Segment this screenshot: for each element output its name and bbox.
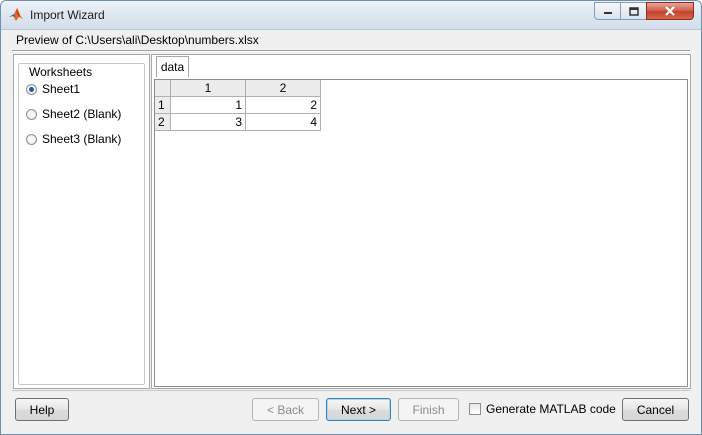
worksheet-option-sheet3[interactable]: Sheet3 (Blank): [26, 130, 121, 148]
row-header[interactable]: 2: [155, 114, 171, 131]
import-wizard-window: Import Wizard Preview of C:\Users\ali\De…: [0, 0, 702, 435]
tab-data[interactable]: data: [156, 56, 189, 77]
worksheets-group-title: Worksheets: [27, 65, 95, 79]
finish-button[interactable]: Finish: [398, 398, 459, 421]
maximize-icon: [628, 6, 639, 16]
matlab-logo-icon: [9, 8, 23, 21]
worksheet-option-label: Sheet3 (Blank): [42, 132, 122, 146]
table-cell[interactable]: 1: [171, 97, 246, 114]
radio-unselected-icon[interactable]: [26, 108, 37, 120]
table-cell[interactable]: 2: [246, 97, 321, 114]
next-button[interactable]: Next >: [326, 398, 391, 421]
title-bar[interactable]: Import Wizard: [1, 1, 701, 30]
table-cell[interactable]: 3: [171, 114, 246, 131]
generate-code-label: Generate MATLAB code: [486, 402, 616, 416]
header-divider: [12, 50, 690, 52]
dialog-body: Preview of C:\Users\ali\Desktop\numbers.…: [8, 30, 694, 427]
cancel-button[interactable]: Cancel: [622, 398, 689, 421]
window-title: Import Wizard: [30, 8, 105, 22]
corner-header-cell: [155, 80, 171, 97]
back-button[interactable]: < Back: [252, 398, 319, 421]
worksheet-option-sheet1[interactable]: Sheet1: [26, 80, 80, 98]
worksheet-option-sheet2[interactable]: Sheet2 (Blank): [26, 105, 121, 123]
generate-code-option[interactable]: Generate MATLAB code: [469, 402, 616, 416]
footer-divider: [12, 390, 690, 391]
maximize-button[interactable]: [620, 2, 647, 20]
close-button[interactable]: [646, 2, 694, 20]
preview-panel: data 1 2 1 1 2 2 3 4: [151, 54, 691, 389]
radio-selected-icon[interactable]: [26, 83, 37, 95]
column-header[interactable]: 1: [171, 80, 246, 97]
row-header[interactable]: 1: [155, 97, 171, 114]
preview-path-label: Preview of C:\Users\ali\Desktop\numbers.…: [16, 33, 259, 47]
radio-unselected-icon[interactable]: [26, 133, 37, 145]
worksheet-option-label: Sheet1: [42, 82, 81, 96]
minimize-icon: [603, 12, 612, 14]
worksheet-option-label: Sheet2 (Blank): [42, 107, 122, 121]
minimize-button[interactable]: [594, 2, 621, 20]
checkbox-unchecked-icon[interactable]: [469, 403, 481, 415]
data-grid[interactable]: 1 2 1 1 2 2 3 4: [154, 79, 688, 387]
table-cell[interactable]: 4: [246, 114, 321, 131]
help-button[interactable]: Help: [15, 398, 69, 421]
close-icon: [665, 6, 675, 16]
column-header[interactable]: 2: [246, 80, 321, 97]
worksheets-panel: Worksheets Sheet1 Sheet2 (Blank) Sheet3 …: [13, 54, 150, 389]
